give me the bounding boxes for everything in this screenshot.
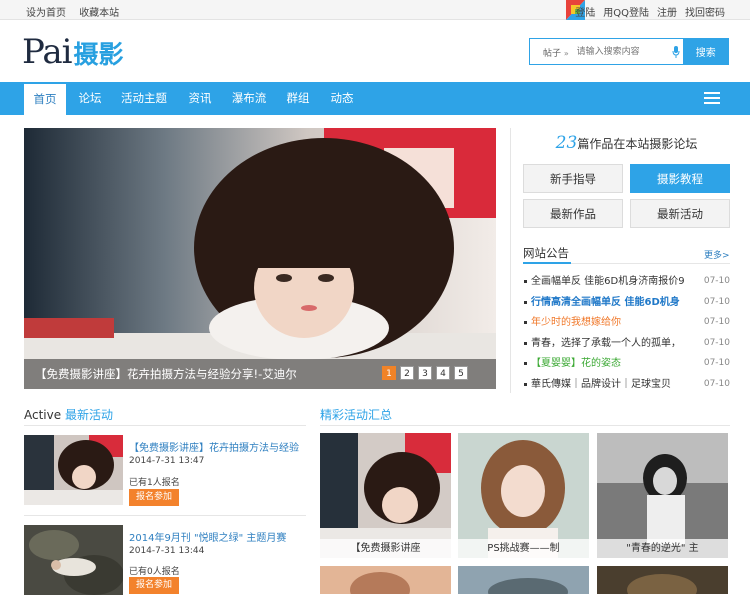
gallery-divider: [320, 425, 730, 426]
site-logo[interactable]: Pai 摄影: [22, 32, 124, 72]
top-bar-left: 设为首页 收藏本站: [26, 4, 129, 19]
top-bar: 设为首页 收藏本站 登陆 用QQ登陆 注册 找回密码: [0, 0, 750, 20]
banner-page-3[interactable]: 3: [418, 366, 432, 380]
chevron-down-icon: »: [563, 49, 569, 58]
banner-pager: 1 2 3 4 5: [378, 366, 468, 380]
notice-item-date: 07-10: [703, 337, 730, 348]
latest-works-button[interactable]: 最新作品: [523, 199, 623, 228]
notice-item[interactable]: 年少时的我想嫁给你 07-10: [523, 314, 730, 335]
nav-item-groups[interactable]: 群组: [279, 82, 317, 115]
activity-section-title: Active 最新活动: [24, 406, 113, 423]
main-nav: 首页 论坛 活动主题 资讯 瀑布流 群组 动态: [0, 82, 750, 115]
login-link[interactable]: 登陆: [575, 4, 595, 19]
notice-item[interactable]: 全画幅单反 佳能6D机身济南报价9 07-10: [523, 273, 730, 294]
banner-page-1[interactable]: 1: [382, 366, 396, 380]
banner-page-4[interactable]: 4: [436, 366, 450, 380]
activity-title-1[interactable]: 【免费摄影讲座】花卉拍摄方法与经验: [129, 439, 299, 454]
top-bar-right: 登陆 用QQ登陆 注册 找回密码: [567, 4, 725, 19]
gallery-caption-1: 【免费摄影讲座: [320, 539, 451, 558]
works-count: 23篇作品在本站摄影论坛: [523, 133, 730, 153]
activity-signup-button-2[interactable]: 报名参加: [129, 577, 179, 594]
nav-item-event-topics[interactable]: 活动主题: [114, 82, 174, 115]
notice-item-text: 【夏婴婴】花的姿态: [531, 358, 621, 369]
latest-events-button[interactable]: 最新活动: [630, 199, 730, 228]
gallery-section-title: 精彩活动汇总: [320, 406, 392, 423]
activity-date-2: 2014-7-31 13:44: [129, 546, 205, 556]
notice-item-date: 07-10: [703, 296, 730, 307]
notice-item-text: 青春，选择了承载一个人的孤单，: [531, 337, 681, 349]
activity-title-2[interactable]: 2014年9月刊 "悦眼之绿" 主题月赛: [129, 529, 286, 544]
banner-page-5[interactable]: 5: [454, 366, 468, 380]
gallery-caption-3: "青春的逆光" 主: [597, 539, 728, 558]
notice-item-text: 行情高清全画幅单反 佳能6D机身: [531, 296, 680, 308]
gallery-item-1[interactable]: 【免费摄影讲座: [320, 433, 451, 558]
works-count-text: 篇作品在本站摄影论坛: [577, 137, 698, 151]
qq-login-link[interactable]: 用QQ登陆: [603, 4, 649, 19]
banner-photo: [24, 128, 496, 389]
gallery-item-4[interactable]: [320, 566, 451, 594]
notice-item-text: 全画幅单反 佳能6D机身济南报价9: [531, 276, 685, 287]
gallery-item-3[interactable]: "青春的逆光" 主: [597, 433, 728, 558]
notice-more-link[interactable]: 更多>: [704, 248, 730, 261]
column-divider: [510, 128, 511, 393]
gallery-caption-2: PS挑战赛——制: [458, 539, 589, 558]
set-home-link[interactable]: 设为首页: [26, 8, 66, 19]
activity-separator: [24, 515, 306, 516]
logo-cn: 摄影: [73, 40, 124, 69]
activity-divider: [24, 425, 306, 426]
banner-slider[interactable]: 【免费摄影讲座】花卉拍摄方法与经验分享!-艾迪尔 1 2 3 4 5: [24, 128, 496, 389]
gallery-item-6[interactable]: [597, 566, 728, 594]
nav-item-news[interactable]: 资讯: [180, 82, 220, 115]
notice-item[interactable]: 行情高清全画幅单反 佳能6D机身 07-10: [523, 294, 730, 315]
gallery-title[interactable]: 精彩活动汇总: [320, 408, 392, 422]
notice-item[interactable]: 華氏傳媒｜品牌设计｜足球宝贝 07-10: [523, 376, 730, 397]
activity-thumb-1[interactable]: [24, 435, 123, 505]
nav-item-activity-feed[interactable]: 动态: [322, 82, 362, 115]
banner-page-2[interactable]: 2: [400, 366, 414, 380]
notice-item-text: 年少时的我想嫁给你: [531, 317, 621, 328]
register-link[interactable]: 注册: [657, 4, 677, 19]
search-box: 帖子 » 搜索: [529, 38, 729, 65]
gallery-item-2[interactable]: PS挑战赛——制: [458, 433, 589, 558]
notice-item-date: 07-10: [703, 276, 730, 286]
notice-divider: [523, 262, 730, 264]
search-type-select[interactable]: 帖子 »: [530, 39, 574, 64]
nav-item-home[interactable]: 首页: [24, 82, 66, 115]
microphone-icon[interactable]: [668, 39, 684, 64]
newbie-guide-button[interactable]: 新手指导: [523, 164, 623, 193]
menu-icon[interactable]: [704, 92, 720, 105]
works-count-number: 23: [555, 133, 578, 153]
activity-title-cn[interactable]: 最新活动: [65, 408, 113, 422]
activity-title-en: Active: [24, 408, 62, 422]
notice-list: 全画幅单反 佳能6D机身济南报价9 07-10 行情高清全画幅单反 佳能6D机身 0…: [523, 273, 730, 396]
notice-item-date: 07-10: [703, 378, 730, 389]
photo-tutorial-button[interactable]: 摄影教程: [630, 164, 730, 193]
gallery-item-5[interactable]: [458, 566, 589, 594]
notice-item-date: 07-10: [703, 317, 730, 327]
nav-item-waterfall[interactable]: 瀑布流: [225, 82, 273, 115]
notice-item[interactable]: 青春，选择了承载一个人的孤单， 07-10: [523, 335, 730, 356]
notice-item[interactable]: 【夏婴婴】花的姿态 07-10: [523, 355, 730, 376]
notice-item-text: 華氏傳媒｜品牌设计｜足球宝贝: [531, 378, 671, 390]
activity-signed-2: 已有0人报名: [129, 567, 180, 577]
activity-date-1: 2014-7-31 13:47: [129, 456, 205, 466]
activity-signup-button-1[interactable]: 报名参加: [129, 489, 179, 506]
activity-signed-1: 已有1人报名: [129, 478, 180, 488]
logo-en: Pai: [22, 32, 72, 72]
activity-thumb-2[interactable]: [24, 525, 123, 595]
search-type-label: 帖子: [543, 49, 562, 59]
nav-item-forum[interactable]: 论坛: [70, 82, 110, 115]
notice-title: 网站公告: [523, 246, 569, 260]
find-password-link[interactable]: 找回密码: [685, 4, 725, 19]
bookmark-link[interactable]: 收藏本站: [79, 8, 119, 19]
notice-item-date: 07-10: [703, 358, 730, 368]
search-button[interactable]: 搜索: [683, 39, 728, 64]
search-input[interactable]: [573, 39, 668, 64]
